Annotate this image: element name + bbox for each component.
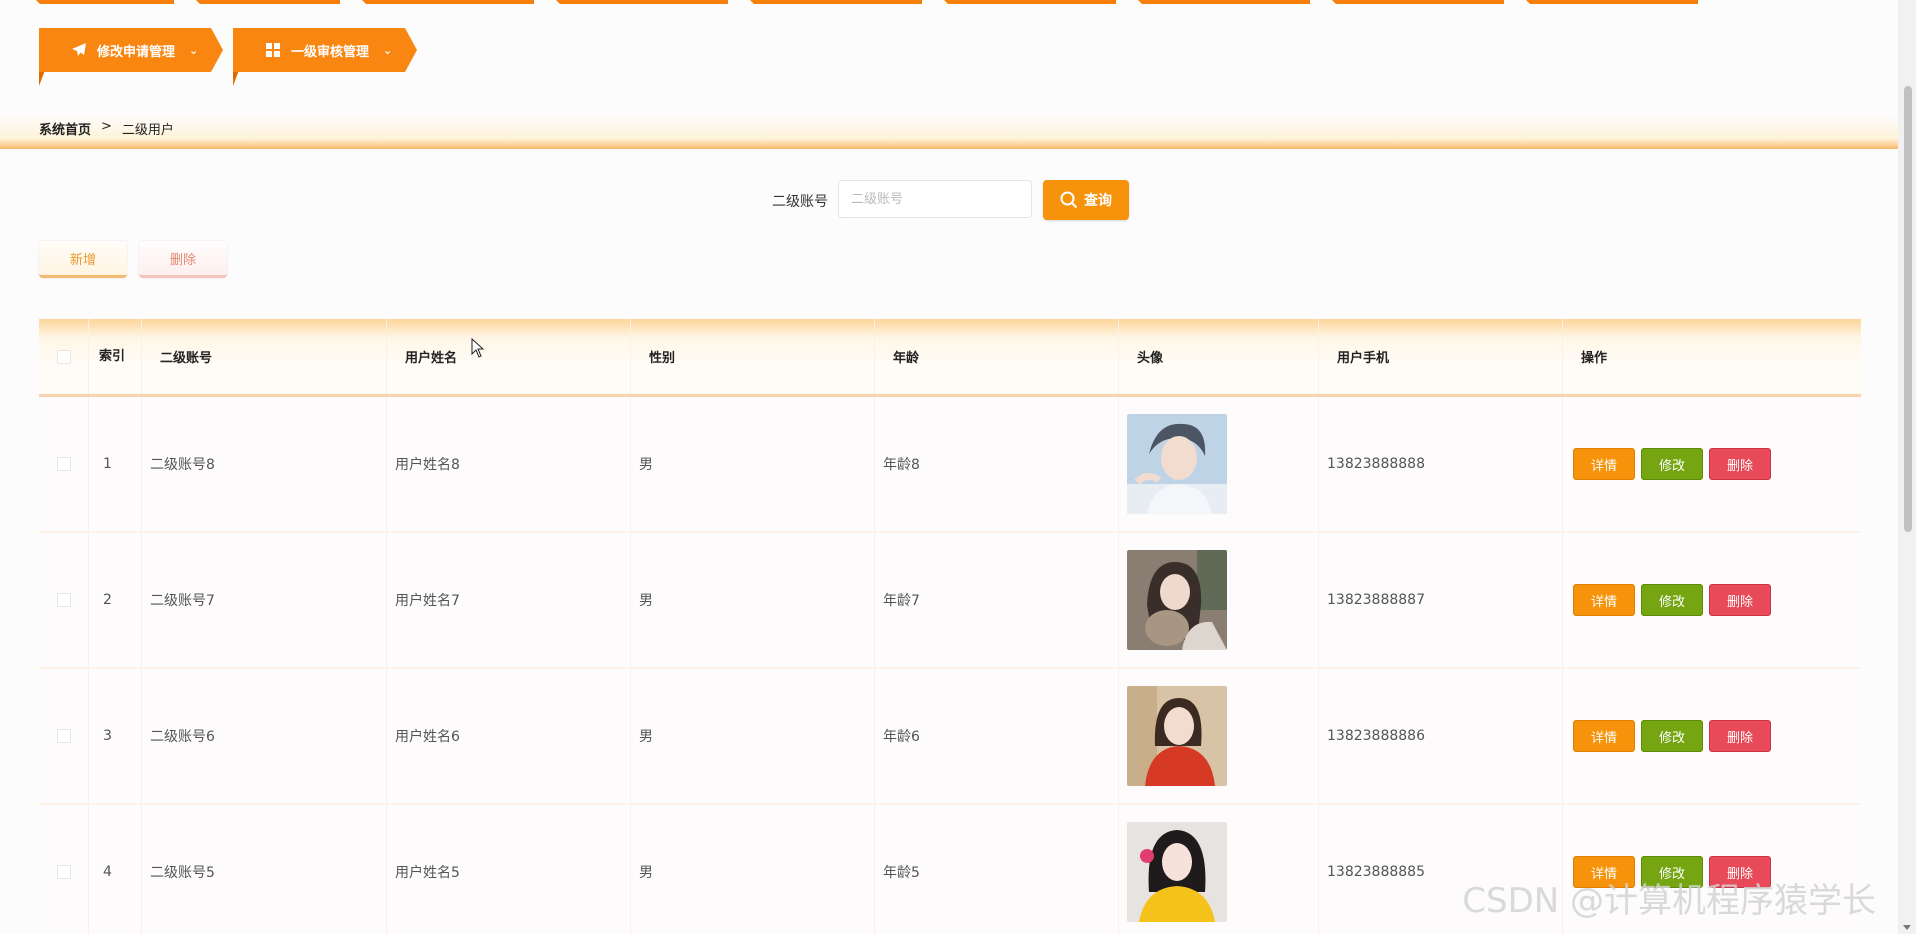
search-icon <box>1060 191 1078 209</box>
header-ops: 操作 <box>1581 351 1608 366</box>
nav-stub[interactable] <box>36 0 174 4</box>
edit-button[interactable]: 修改 <box>1641 720 1703 752</box>
detail-button[interactable]: 详情 <box>1573 448 1635 480</box>
watermark: CSDN @计算机程序猿学长 <box>1462 881 1876 921</box>
main-content: 修改申请管理 ⌄ 一级审核管理 ⌄ 系统首页 > 二级用户 二级账号 查询 新增… <box>0 0 1898 934</box>
user-table: 索引 二级账号 用户姓名 性别 年龄 头像 用户手机 操作 1 二级账号8 用户… <box>39 319 1861 934</box>
nav-stub[interactable] <box>1138 0 1310 4</box>
scrollbar-thumb[interactable] <box>1904 86 1912 532</box>
cell-phone: 13823888886 <box>1319 669 1563 803</box>
header-phone[interactable]: 用户手机 <box>1319 319 1563 394</box>
cell-name: 用户姓名8 <box>387 397 631 531</box>
nav-stub[interactable] <box>944 0 1116 4</box>
cell-age: 年龄5 <box>875 805 1119 934</box>
chevron-down-icon: ⌄ <box>189 43 199 57</box>
breadcrumb-current: 二级用户 <box>121 123 174 138</box>
query-button[interactable]: 查询 <box>1043 180 1129 220</box>
header-age[interactable]: 年龄 <box>875 319 1119 394</box>
nav-stub[interactable] <box>196 0 340 4</box>
breadcrumb: 系统首页 > 二级用户 <box>0 115 1898 149</box>
nav-item-label: 修改申请管理 <box>97 44 176 60</box>
edit-button[interactable]: 修改 <box>1641 584 1703 616</box>
grid-icon <box>266 43 280 57</box>
search-input[interactable] <box>838 180 1032 218</box>
cell-age: 年龄8 <box>875 397 1119 531</box>
cell-name: 用户姓名5 <box>387 805 631 934</box>
edit-button[interactable]: 修改 <box>1641 448 1703 480</box>
avatar-image[interactable] <box>1127 550 1227 650</box>
vertical-scrollbar[interactable] <box>1898 0 1916 934</box>
add-button[interactable]: 新增 <box>39 241 127 278</box>
cell-index: 1 <box>89 397 142 531</box>
cell-age: 年龄6 <box>875 669 1119 803</box>
scroll-down-arrow-icon[interactable] <box>1903 925 1911 930</box>
nav-stub[interactable] <box>556 0 728 4</box>
nav-stub[interactable] <box>750 0 922 4</box>
table-header: 索引 二级账号 用户姓名 性别 年龄 头像 用户手机 操作 <box>39 319 1861 397</box>
cell-index: 3 <box>89 669 142 803</box>
detail-button[interactable]: 详情 <box>1573 584 1635 616</box>
table-row: 3 二级账号6 用户姓名6 男 年龄6 13823888886 详情 修改 删除 <box>39 669 1861 805</box>
cell-account: 二级账号5 <box>142 805 387 934</box>
header-name[interactable]: 用户姓名 <box>387 319 631 394</box>
cell-index: 4 <box>89 805 142 934</box>
cell-account: 二级账号7 <box>142 533 387 667</box>
cell-age: 年龄7 <box>875 533 1119 667</box>
cell-gender: 男 <box>631 533 875 667</box>
query-button-label: 查询 <box>1084 193 1112 209</box>
avatar-image[interactable] <box>1127 822 1227 922</box>
row-checkbox[interactable] <box>56 457 71 471</box>
nav-stub[interactable] <box>362 0 534 4</box>
avatar-image[interactable] <box>1127 414 1227 514</box>
paper-plane-icon <box>72 43 86 56</box>
select-all-checkbox[interactable] <box>56 349 71 364</box>
nav-stub[interactable] <box>1332 0 1504 4</box>
cell-gender: 男 <box>631 805 875 934</box>
cell-gender: 男 <box>631 669 875 803</box>
nav-item-first-audit[interactable]: 一级审核管理 ⌄ <box>233 28 417 86</box>
cell-name: 用户姓名6 <box>387 669 631 803</box>
cell-phone: 13823888887 <box>1319 533 1563 667</box>
cell-name: 用户姓名7 <box>387 533 631 667</box>
table-row: 1 二级账号8 用户姓名8 男 年龄8 13823888888 详情 修改 删除 <box>39 397 1861 533</box>
delete-button[interactable]: 删除 <box>1709 720 1771 752</box>
nav-stub[interactable] <box>1526 0 1698 4</box>
search-label: 二级账号 <box>772 194 828 210</box>
breadcrumb-home[interactable]: 系统首页 <box>39 119 91 138</box>
row-checkbox[interactable] <box>56 865 71 879</box>
cell-account: 二级账号6 <box>142 669 387 803</box>
nav-item-label: 一级审核管理 <box>291 44 370 60</box>
delete-button[interactable]: 删除 <box>1709 448 1771 480</box>
breadcrumb-separator: > <box>101 119 112 134</box>
header-avatar: 头像 <box>1119 319 1319 394</box>
table-row: 2 二级账号7 用户姓名7 男 年龄7 13823888887 详情 修改 删除 <box>39 533 1861 669</box>
delete-button[interactable]: 删除 <box>1709 584 1771 616</box>
batch-delete-button[interactable]: 删除 <box>139 241 227 278</box>
row-checkbox[interactable] <box>56 593 71 607</box>
header-account[interactable]: 二级账号 <box>142 319 387 394</box>
avatar-image[interactable] <box>1127 686 1227 786</box>
cell-account: 二级账号8 <box>142 397 387 531</box>
mouse-cursor-icon <box>471 338 485 358</box>
cell-phone: 13823888888 <box>1319 397 1563 531</box>
cell-index: 2 <box>89 533 142 667</box>
header-index: 索引 <box>89 319 142 394</box>
detail-button[interactable]: 详情 <box>1573 720 1635 752</box>
nav-item-modify-apply[interactable]: 修改申请管理 ⌄ <box>39 28 223 86</box>
row-checkbox[interactable] <box>56 729 71 743</box>
header-gender[interactable]: 性别 <box>631 319 875 394</box>
chevron-down-icon: ⌄ <box>383 43 393 57</box>
cell-gender: 男 <box>631 397 875 531</box>
